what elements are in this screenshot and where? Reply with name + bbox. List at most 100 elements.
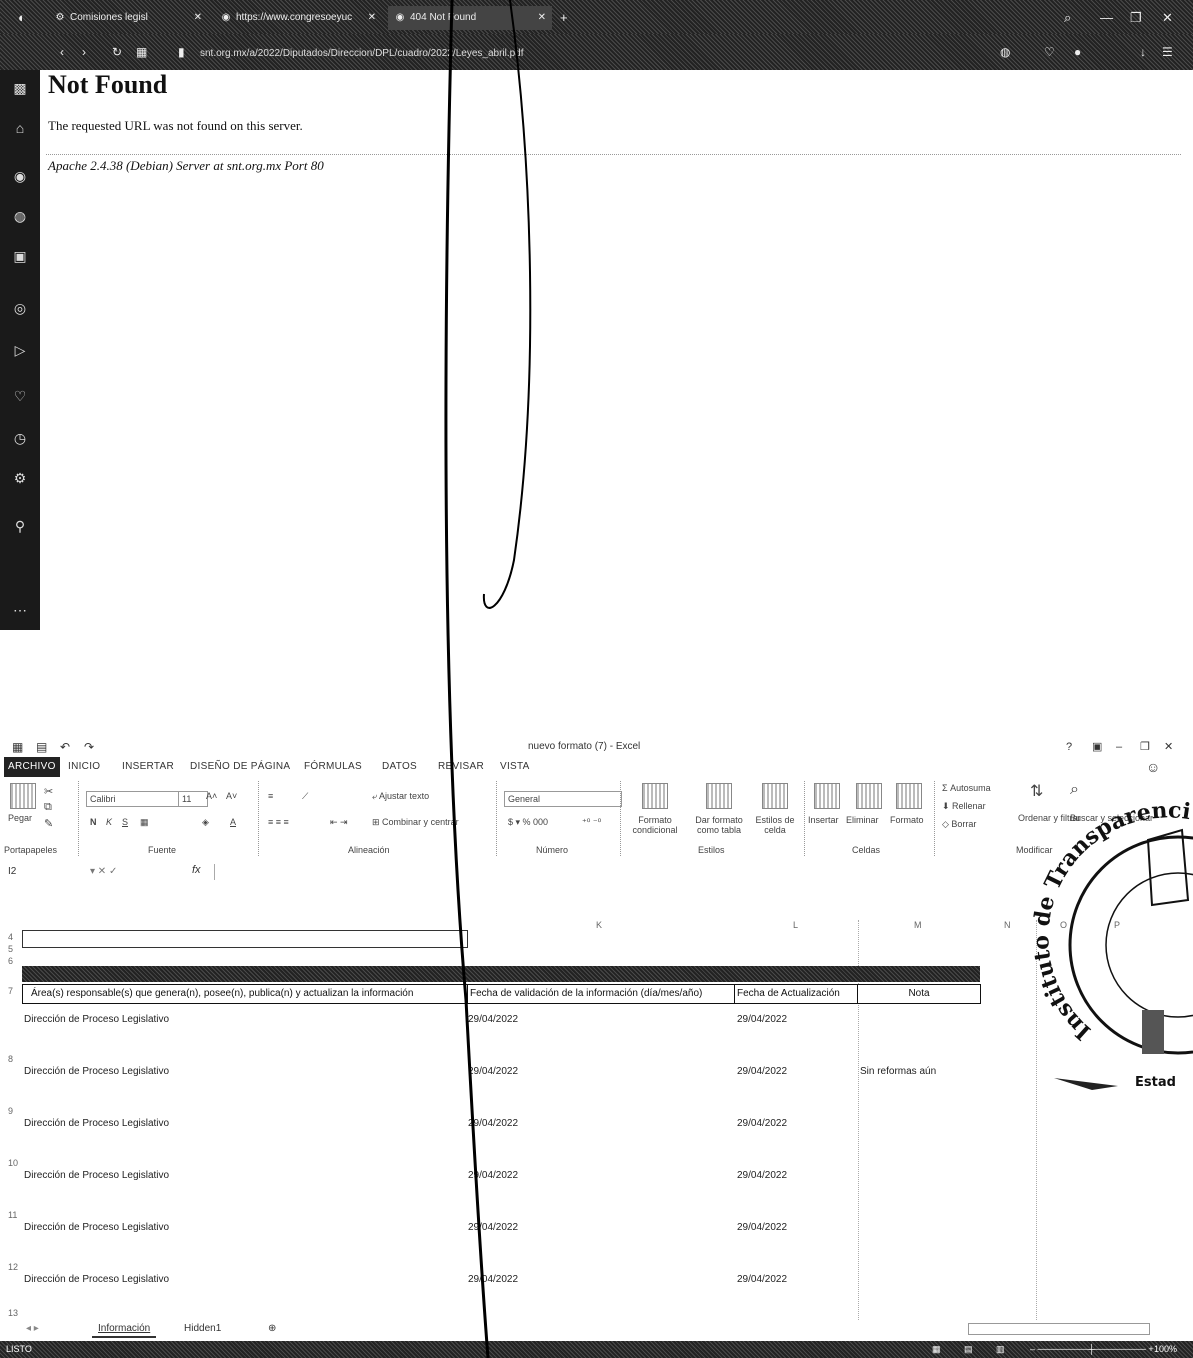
- borders-icon[interactable]: ▦: [140, 817, 149, 828]
- font-size-select[interactable]: 11: [178, 791, 208, 807]
- cell-area[interactable]: Dirección de Proceso Legislativo: [24, 1170, 169, 1181]
- download-icon[interactable]: ↓: [1140, 40, 1146, 64]
- find-select-button[interactable]: Buscar y seleccionar: [1070, 813, 1153, 823]
- new-tab-button[interactable]: +: [560, 6, 568, 30]
- sort-filter-icon[interactable]: ⇅: [1030, 781, 1043, 801]
- cell-area[interactable]: Dirección de Proceso Legislativo: [24, 1274, 169, 1285]
- conditional-format-button[interactable]: Formato condicional: [628, 815, 682, 835]
- restore-icon[interactable]: ❐: [1140, 737, 1150, 757]
- row-header[interactable]: 12: [8, 1262, 18, 1272]
- autosum-button[interactable]: Σ Autosuma: [942, 783, 991, 793]
- cell-actualizacion[interactable]: 29/04/2022: [737, 1014, 787, 1025]
- browser-menu-icon[interactable]: ◐: [18, 6, 26, 30]
- row-header[interactable]: 8: [8, 1054, 13, 1064]
- tab-comisiones[interactable]: ⚙ Comisiones legisl ✕: [48, 6, 208, 30]
- delete-button[interactable]: Eliminar: [846, 815, 879, 825]
- minimize-icon[interactable]: –: [1116, 737, 1122, 757]
- insert-button[interactable]: Insertar: [808, 815, 839, 825]
- conditional-format-icon[interactable]: [642, 783, 668, 809]
- row-header[interactable]: 4: [8, 932, 13, 942]
- search-icon[interactable]: ⌕: [1064, 6, 1071, 30]
- sidebar-home-icon[interactable]: ⌂: [10, 118, 30, 138]
- wrap-text-button[interactable]: ⤶ Ajustar texto: [372, 791, 429, 802]
- back-icon[interactable]: ‹: [60, 40, 64, 64]
- format-painter-icon[interactable]: ✎: [44, 817, 53, 830]
- reload-icon[interactable]: ↻: [112, 40, 122, 64]
- underline-icon[interactable]: S: [122, 817, 128, 827]
- heart-icon[interactable]: ♡: [1044, 40, 1055, 64]
- formula-input[interactable]: [214, 864, 1185, 880]
- column-header[interactable]: K: [596, 920, 602, 930]
- close-window-icon[interactable]: ✕: [1162, 6, 1173, 30]
- column-header[interactable]: M: [914, 920, 922, 930]
- align-left-icon[interactable]: ≡ ≡ ≡: [268, 817, 289, 827]
- forward-icon[interactable]: ›: [82, 40, 86, 64]
- sidebar-heart-icon[interactable]: ♡: [10, 386, 30, 406]
- cell-validacion[interactable]: 29/04/2022: [468, 1066, 518, 1077]
- decimal-icon[interactable]: ⁺⁰ ⁻⁰: [582, 817, 601, 828]
- tab-congreso[interactable]: ◉ https://www.congresoeyuc ✕: [214, 6, 382, 30]
- account-icon[interactable]: ☺: [1146, 757, 1161, 777]
- grow-font-icon[interactable]: A˄: [206, 791, 217, 801]
- orientation-icon[interactable]: ⟋: [302, 791, 308, 802]
- fill-button[interactable]: ⬇ Rellenar: [942, 801, 986, 812]
- row-header[interactable]: 9: [8, 1106, 13, 1116]
- clear-button[interactable]: ◇ Borrar: [942, 819, 976, 830]
- tab-inicio[interactable]: INICIO: [68, 757, 100, 777]
- redo-icon[interactable]: ↷: [84, 737, 94, 757]
- row-header[interactable]: 13: [8, 1308, 18, 1318]
- view-pagebreak-icon[interactable]: ▥: [996, 1341, 1005, 1358]
- tab-vista[interactable]: VISTA: [500, 757, 530, 777]
- close-icon[interactable]: ✕: [194, 6, 202, 30]
- format-cells-icon[interactable]: [896, 783, 922, 809]
- table-header[interactable]: Fecha de Actualización: [734, 984, 860, 1004]
- sheet-nav-icon[interactable]: ◂ ▸: [20, 1322, 45, 1336]
- cell-validacion[interactable]: 29/04/2022: [468, 1118, 518, 1129]
- row-header[interactable]: 10: [8, 1158, 18, 1168]
- sidebar-instagram-icon[interactable]: ▣: [10, 246, 30, 266]
- cell-validacion[interactable]: 29/04/2022: [468, 1222, 518, 1233]
- row-header[interactable]: 7: [8, 986, 13, 996]
- format-as-table-button[interactable]: Dar formato como tabla: [690, 815, 748, 835]
- sidebar-more-icon[interactable]: ⋯: [10, 600, 30, 620]
- sidebar-workspace-icon[interactable]: ▩: [10, 78, 30, 98]
- cell-validacion[interactable]: 29/04/2022: [468, 1170, 518, 1181]
- close-icon[interactable]: ✕: [368, 6, 376, 30]
- cut-icon[interactable]: ✂: [44, 785, 53, 798]
- format-button[interactable]: Formato: [890, 815, 924, 825]
- cell-area[interactable]: Dirección de Proceso Legislativo: [24, 1014, 169, 1025]
- sidebar-clock-icon[interactable]: ◷: [10, 428, 30, 448]
- currency-icon[interactable]: $ ▾ % 000: [508, 817, 548, 828]
- cell-actualizacion[interactable]: 29/04/2022: [737, 1118, 787, 1129]
- restore-icon[interactable]: ❐: [1130, 6, 1142, 30]
- cell-styles-icon[interactable]: [762, 783, 788, 809]
- cell-validacion[interactable]: 29/04/2022: [468, 1014, 518, 1025]
- tab-revisar[interactable]: REVISAR: [438, 757, 484, 777]
- tab-formulas[interactable]: FÓRMULAS: [304, 757, 362, 777]
- tab-archivo[interactable]: ARCHIVO: [4, 757, 60, 777]
- bold-icon[interactable]: N: [90, 817, 97, 827]
- sidebar-messenger-icon[interactable]: ◉: [10, 166, 30, 186]
- row-header[interactable]: 5: [8, 944, 13, 954]
- help-icon[interactable]: ?: [1066, 737, 1072, 757]
- extension-icon[interactable]: ◍: [1000, 40, 1010, 64]
- cell-actualizacion[interactable]: 29/04/2022: [737, 1170, 787, 1181]
- align-top-icon[interactable]: ≡: [268, 791, 273, 801]
- column-header[interactable]: N: [1004, 920, 1011, 930]
- row-header[interactable]: 11: [8, 1210, 17, 1220]
- address-bar[interactable]: snt.org.mx/a/2022/Diputados/Direccion/DP…: [200, 45, 940, 63]
- sidebar-whatsapp-icon[interactable]: ◍: [10, 206, 30, 226]
- sheet-tab-hidden1[interactable]: Hidden1: [178, 1322, 227, 1336]
- sidebar-settings-icon[interactable]: ⚙: [10, 468, 30, 488]
- tab-not-found[interactable]: ◉ 404 Not Found ✕: [388, 6, 552, 30]
- shrink-font-icon[interactable]: A˅: [226, 791, 237, 801]
- cell-area[interactable]: Dirección de Proceso Legislativo: [24, 1118, 169, 1129]
- horizontal-scrollbar[interactable]: [968, 1323, 1150, 1335]
- zoom-slider[interactable]: – ────────┼──────── +: [1030, 1341, 1154, 1358]
- cell-actualizacion[interactable]: 29/04/2022: [737, 1274, 787, 1285]
- column-header[interactable]: P: [1114, 920, 1120, 930]
- formula-buttons[interactable]: ▾ ✕ ✓: [90, 866, 117, 877]
- avatar[interactable]: ●: [1074, 40, 1081, 64]
- selected-range[interactable]: [22, 930, 468, 948]
- view-normal-icon[interactable]: ▦: [932, 1341, 941, 1358]
